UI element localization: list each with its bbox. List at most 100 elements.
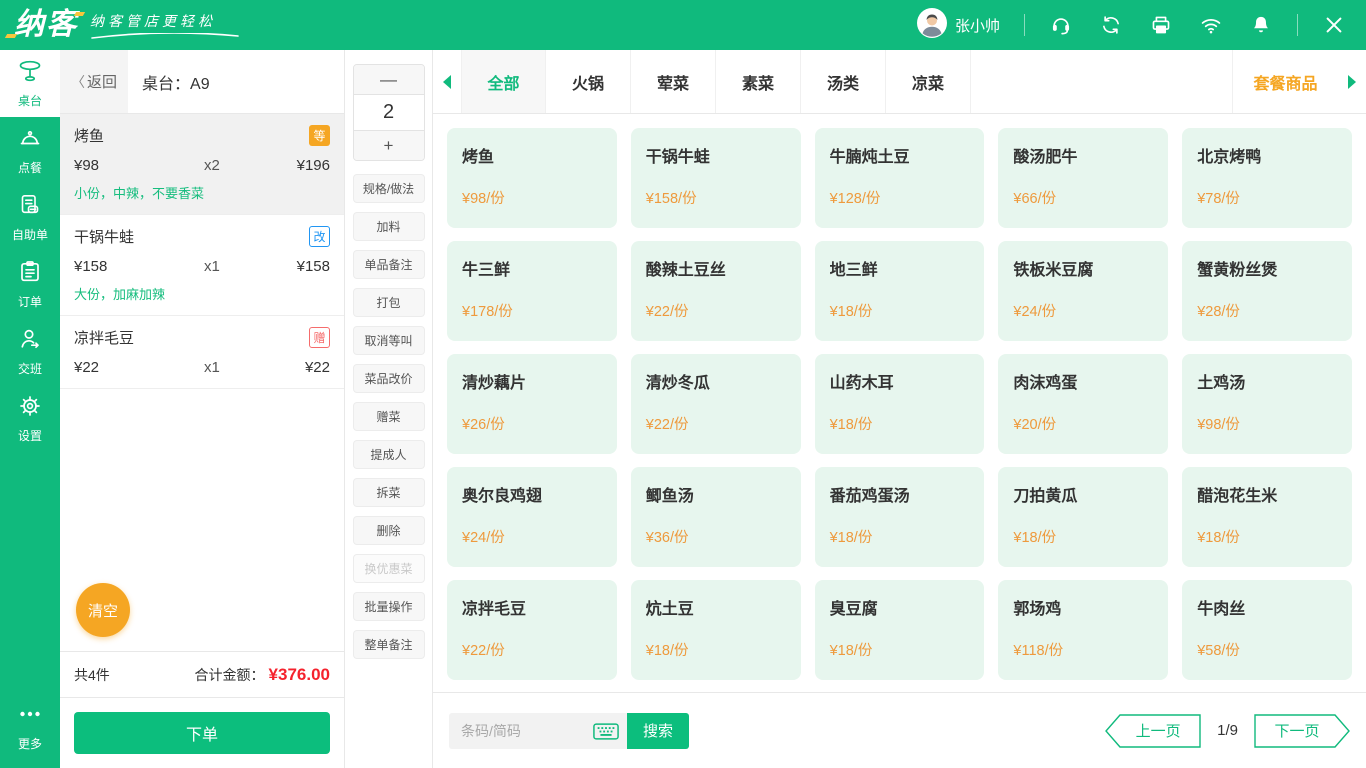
tab-soup[interactable]: 汤类	[801, 50, 886, 113]
menu-item-price: ¥118/份	[1013, 639, 1153, 660]
sidebar-item-order-dish[interactable]: 点餐	[0, 117, 60, 184]
user-account[interactable]: 张小帅	[917, 8, 1000, 43]
sidebar-item-table[interactable]: 桌台	[0, 50, 60, 117]
action-spec-method-button[interactable]: 规格/做法	[353, 174, 425, 203]
table-title: 桌台：A9	[142, 70, 210, 94]
menu-item-price: ¥20/份	[1013, 413, 1153, 434]
tab-cold[interactable]: 凉菜	[886, 50, 971, 113]
tab-combo-products[interactable]: 套餐商品	[1232, 50, 1338, 113]
menu-item-card[interactable]: 牛三鲜¥178/份	[447, 241, 617, 341]
order-item-subtotal: ¥22	[266, 359, 330, 376]
action-gift-dish-button[interactable]: 赠菜	[353, 402, 425, 431]
sidebar-item-order-list[interactable]: 订单	[0, 251, 60, 318]
place-order-button[interactable]: 下单	[74, 712, 330, 754]
menu-item-price: ¥22/份	[462, 639, 602, 660]
qty-minus-button[interactable]: —	[354, 65, 424, 94]
menu-item-card[interactable]: 干锅牛蛙¥158/份	[631, 128, 801, 228]
menu-item-name: 炕土豆	[646, 595, 786, 619]
menu-item-card[interactable]: 清炒藕片 ¥26/份	[447, 354, 617, 454]
menu-item-card[interactable]: 酸辣土豆丝¥22/份	[631, 241, 801, 341]
tab-vegetable[interactable]: 素菜	[716, 50, 801, 113]
tabs-scroll-right-button[interactable]	[1338, 50, 1366, 113]
menu-item-card[interactable]: 醋泡花生米 ¥18/份	[1182, 467, 1352, 567]
wifi-icon[interactable]	[1199, 13, 1223, 37]
order-item-subtotal: ¥158	[266, 258, 330, 275]
topbar-divider	[1297, 14, 1298, 36]
menu-item-name: 牛腩炖土豆	[830, 143, 970, 167]
next-page-button[interactable]: 下一页	[1254, 714, 1350, 748]
back-button[interactable]: 〈 返回	[60, 50, 128, 113]
menu-item-card[interactable]: 牛腩炖土豆¥128/份	[815, 128, 985, 228]
menu-item-card[interactable]: 炕土豆¥18/份	[631, 580, 801, 680]
menu-item-card[interactable]: 地三鲜¥18/份	[815, 241, 985, 341]
action-cancel-wait-button[interactable]: 取消等叫	[353, 326, 425, 355]
menu-item-card[interactable]: 番茄鸡蛋汤¥18/份	[815, 467, 985, 567]
menu-item-card[interactable]: 北京烤鸭¥78/份	[1182, 128, 1352, 228]
keyboard-icon[interactable]	[593, 723, 619, 745]
search-button[interactable]: 搜索	[627, 713, 689, 749]
order-item-qty: x1	[204, 359, 266, 376]
tabs-scroll-left-button[interactable]	[433, 50, 461, 113]
action-add-topping-button[interactable]: 加料	[353, 212, 425, 241]
menu-item-price: ¥36/份	[646, 526, 786, 547]
menu-item-name: 醋泡花生米	[1197, 482, 1337, 506]
bell-icon[interactable]	[1249, 13, 1273, 37]
action-batch-operation-button[interactable]: 批量操作	[353, 592, 425, 621]
prev-page-button[interactable]: 上一页	[1105, 714, 1201, 748]
tab-meat[interactable]: 荤菜	[631, 50, 716, 113]
menu-item-card[interactable]: 郭场鸡¥118/份	[998, 580, 1168, 680]
menu-item-price: ¥24/份	[462, 526, 602, 547]
menu-item-card[interactable]: 牛肉丝¥58/份	[1182, 580, 1352, 680]
menu-item-card[interactable]: 铁板米豆腐¥24/份	[998, 241, 1168, 341]
menu-item-card[interactable]: 山药木耳¥18/份	[815, 354, 985, 454]
sidebar-item-gear[interactable]: 设置	[0, 385, 60, 452]
printer-icon[interactable]	[1149, 13, 1173, 37]
logo-slogan: 纳客管店更轻松	[90, 11, 240, 31]
sidebar-item-shift[interactable]: 交班	[0, 318, 60, 385]
menu-item-card[interactable]: 清炒冬瓜¥22/份	[631, 354, 801, 454]
order-item[interactable]: 烤鱼等 ¥98x2¥196 小份，中辣，不要香菜	[60, 114, 344, 215]
menu-item-name: 凉拌毛豆	[462, 595, 602, 619]
clear-order-button[interactable]: 清空	[76, 583, 130, 637]
order-item[interactable]: 凉拌毛豆赠 ¥22x1¥22	[60, 316, 344, 389]
menu-item-card[interactable]: 肉沫鸡蛋¥20/份	[998, 354, 1168, 454]
action-whole-order-note-button[interactable]: 整单备注	[353, 630, 425, 659]
action-delete-button[interactable]: 删除	[353, 516, 425, 545]
menu-item-card[interactable]: 臭豆腐¥18/份	[815, 580, 985, 680]
sync-icon[interactable]	[1099, 13, 1123, 37]
tab-all[interactable]: 全部	[461, 50, 546, 113]
tab-hotpot[interactable]: 火锅	[546, 50, 631, 113]
menu-item-name: 清炒藕片	[462, 369, 602, 393]
close-icon[interactable]	[1322, 13, 1346, 37]
menu-area: 全部火锅荤菜素菜汤类凉菜 套餐商品 烤鱼¥98/份干锅牛蛙¥158/份牛腩炖土豆…	[433, 50, 1366, 768]
menu-item-card[interactable]: 鲫鱼汤¥36/份	[631, 467, 801, 567]
action-item-note-button[interactable]: 单品备注	[353, 250, 425, 279]
menu-item-card[interactable]: 土鸡汤¥98/份	[1182, 354, 1352, 454]
menu-item-card[interactable]: 奥尔良鸡翅¥24/份	[447, 467, 617, 567]
action-commission-person-button[interactable]: 提成人	[353, 440, 425, 469]
menu-item-card[interactable]: 蟹黄粉丝煲¥28/份	[1182, 241, 1352, 341]
qty-plus-button[interactable]: +	[354, 131, 424, 160]
menu-item-price: ¥18/份	[1197, 526, 1337, 547]
action-takeout-pack-button[interactable]: 打包	[353, 288, 425, 317]
order-item-list: 烤鱼等 ¥98x2¥196 小份，中辣，不要香菜 干锅牛蛙改 ¥158x1¥15…	[60, 114, 344, 651]
menu-item-name: 牛肉丝	[1197, 595, 1337, 619]
order-item-note: 大份，加麻加辣	[74, 284, 330, 303]
action-change-price-button[interactable]: 菜品改价	[353, 364, 425, 393]
headset-icon[interactable]	[1049, 13, 1073, 37]
action-split-dish-button[interactable]: 拆菜	[353, 478, 425, 507]
order-item-name: 烤鱼	[74, 125, 104, 146]
order-item[interactable]: 干锅牛蛙改 ¥158x1¥158 大份，加麻加辣	[60, 215, 344, 316]
menu-item-price: ¥178/份	[462, 300, 602, 321]
action-swap-promo-dish-button: 换优惠菜	[353, 554, 425, 583]
sidebar-item-self-service[interactable]: 自助单	[0, 184, 60, 251]
menu-item-price: ¥22/份	[646, 413, 786, 434]
menu-item-card[interactable]: 酸汤肥牛¥66/份	[998, 128, 1168, 228]
menu-item-card[interactable]: 凉拌毛豆 ¥22/份	[447, 580, 617, 680]
badge-wait: 等	[309, 125, 330, 146]
menu-item-card[interactable]: 刀拍黄瓜¥18/份	[998, 467, 1168, 567]
menu-item-card[interactable]: 烤鱼¥98/份	[447, 128, 617, 228]
sidebar-item-more[interactable]: 更多	[0, 693, 60, 760]
menu-item-price: ¥26/份	[462, 413, 602, 434]
shift-icon	[17, 326, 43, 357]
